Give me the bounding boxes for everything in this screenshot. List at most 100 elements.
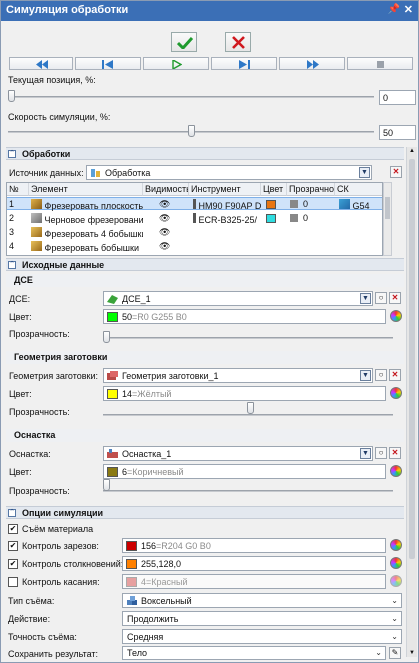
- part-transparency-thumb[interactable]: [103, 331, 110, 343]
- color-swatch[interactable]: [266, 200, 276, 209]
- row-number: 2: [9, 213, 15, 223]
- col-header-number[interactable]: №: [7, 183, 29, 196]
- chevron-down-icon[interactable]: ⌄: [375, 648, 382, 657]
- panel-scroll-thumb[interactable]: [409, 159, 415, 559]
- collapse-icon[interactable]: ⌃: [8, 261, 16, 269]
- fixture-transparency-thumb[interactable]: [103, 479, 110, 491]
- col-header-cs[interactable]: СК: [335, 183, 382, 196]
- chevron-down-icon[interactable]: ▼: [360, 293, 371, 304]
- fixture-color-field[interactable]: 6=Коричневый: [103, 464, 386, 479]
- data-source-combo[interactable]: Обработка ▼: [86, 165, 372, 180]
- removal-type-select[interactable]: Воксельный ⌄: [122, 593, 402, 608]
- source-section-header[interactable]: ⌃ Исходные данные: [6, 258, 404, 271]
- table-row[interactable]: Фрезеровать плоскость: [29, 198, 143, 211]
- position-slider-thumb[interactable]: [8, 90, 15, 102]
- table-row[interactable]: Фрезеровать бобышки: [29, 240, 143, 253]
- clear-source-button[interactable]: ✕: [390, 166, 402, 178]
- pick-part-button[interactable]: ○: [375, 292, 387, 304]
- options-section-header[interactable]: ⌃ Опции симуляции: [6, 506, 404, 519]
- edit-result-button[interactable]: ✎: [389, 647, 401, 659]
- cs-cell[interactable]: G54: [337, 198, 382, 211]
- eye-icon[interactable]: 👁: [157, 212, 177, 225]
- chevron-down-icon[interactable]: ▼: [360, 370, 371, 381]
- chevron-down-icon[interactable]: ⌄: [391, 632, 398, 641]
- step-back-button[interactable]: [75, 57, 141, 70]
- panel-scrollbar[interactable]: ▲ ▼: [406, 147, 417, 657]
- scroll-down-icon[interactable]: ▼: [409, 650, 415, 656]
- palette-icon[interactable]: [390, 557, 402, 569]
- collapse-icon[interactable]: ⌃: [8, 509, 16, 517]
- cancel-button[interactable]: [225, 32, 251, 52]
- eye-off-icon[interactable]: 👁: [157, 226, 177, 239]
- col-header-tool[interactable]: Инструмент: [189, 183, 261, 196]
- play-button[interactable]: [143, 57, 209, 70]
- save-result-select[interactable]: Тело ⌄: [122, 646, 386, 660]
- pick-fixture-button[interactable]: ○: [375, 447, 387, 459]
- col-header-visibility[interactable]: Видимость: [143, 183, 189, 196]
- speed-input[interactable]: 50: [379, 125, 416, 140]
- stock-transparency-slider[interactable]: [103, 414, 393, 416]
- chevron-down-icon[interactable]: ▼: [359, 167, 370, 178]
- fast-forward-button[interactable]: [279, 57, 345, 70]
- palette-icon[interactable]: [390, 575, 402, 587]
- table-scroll-thumb[interactable]: [385, 197, 390, 219]
- stock-icon: [107, 371, 118, 381]
- stock-color-name: =Жёлтый: [132, 389, 172, 399]
- part-transparency-slider[interactable]: [103, 337, 393, 339]
- collision-check-checkbox[interactable]: ✔: [8, 559, 18, 569]
- fixture-label: Оснастка:: [9, 449, 51, 459]
- chevron-down-icon[interactable]: ⌄: [391, 614, 398, 623]
- material-removal-checkbox[interactable]: ✔: [8, 524, 18, 534]
- step-forward-button[interactable]: [211, 57, 277, 70]
- operations-section-title: Обработки: [22, 149, 71, 159]
- speed-slider-thumb[interactable]: [188, 125, 195, 137]
- palette-icon[interactable]: [390, 387, 402, 399]
- action-select[interactable]: Продолжить ⌄: [122, 611, 402, 626]
- rewind-start-button[interactable]: [9, 57, 73, 70]
- stock-transparency-thumb[interactable]: [247, 402, 254, 414]
- table-row[interactable]: Фрезеровать 4 бобышки: [29, 226, 143, 239]
- position-slider[interactable]: [8, 96, 374, 98]
- color-swatch[interactable]: [266, 214, 276, 223]
- table-row[interactable]: Черновое фрезерование: [29, 212, 143, 225]
- position-input[interactable]: 0: [379, 90, 416, 105]
- pin-icon[interactable]: 📌: [388, 4, 400, 15]
- col-header-color[interactable]: Цвет: [261, 183, 287, 196]
- eye-off-icon[interactable]: 👁: [157, 240, 177, 253]
- accuracy-select[interactable]: Средняя ⌄: [122, 629, 402, 644]
- removal-type-label: Тип съёма:: [8, 596, 55, 606]
- table-scrollbar[interactable]: [383, 182, 392, 256]
- eye-icon[interactable]: 👁: [157, 198, 177, 211]
- fixture-transparency-label: Прозрачность:: [9, 486, 70, 496]
- palette-icon[interactable]: [390, 310, 402, 322]
- col-header-transparency[interactable]: Прозрачность: [287, 183, 335, 196]
- stock-value: Геометрия заготовки_1: [122, 371, 219, 381]
- gouge-color-field[interactable]: 156=R204 G0 B0: [122, 538, 386, 553]
- palette-icon[interactable]: [390, 465, 402, 477]
- touch-color-field[interactable]: 4=Красный: [122, 574, 386, 589]
- ok-button[interactable]: [171, 32, 197, 52]
- stop-button[interactable]: [347, 57, 413, 70]
- chevron-down-icon[interactable]: ⌄: [391, 596, 398, 605]
- col-header-element[interactable]: Элемент: [29, 183, 143, 196]
- clear-part-button[interactable]: ✕: [389, 292, 401, 304]
- chevron-down-icon[interactable]: ▼: [360, 448, 371, 459]
- scroll-up-icon[interactable]: ▲: [409, 148, 415, 154]
- palette-icon[interactable]: [390, 539, 402, 551]
- collapse-icon[interactable]: ⌃: [8, 150, 16, 158]
- fixture-transparency-slider[interactable]: [103, 490, 393, 492]
- accuracy-value: Средняя: [127, 632, 164, 642]
- pick-stock-button[interactable]: ○: [375, 369, 387, 381]
- close-icon[interactable]: ✕: [404, 3, 413, 16]
- stock-combo[interactable]: Геометрия заготовки_1 ▼: [103, 368, 373, 383]
- stock-color-field[interactable]: 14=Жёлтый: [103, 386, 386, 401]
- touch-check-checkbox[interactable]: [8, 577, 18, 587]
- part-combo[interactable]: ДСЕ_1 ▼: [103, 291, 373, 306]
- clear-stock-button[interactable]: ✕: [389, 369, 401, 381]
- part-color-field[interactable]: 50=R0 G255 B0: [103, 309, 386, 324]
- gouge-check-checkbox[interactable]: ✔: [8, 541, 18, 551]
- fixture-combo[interactable]: Оснастка_1 ▼: [103, 446, 373, 461]
- clear-fixture-button[interactable]: ✕: [389, 447, 401, 459]
- operations-section-header[interactable]: ⌃ Обработки: [6, 147, 404, 160]
- collision-color-field[interactable]: 255,128,0: [122, 556, 386, 571]
